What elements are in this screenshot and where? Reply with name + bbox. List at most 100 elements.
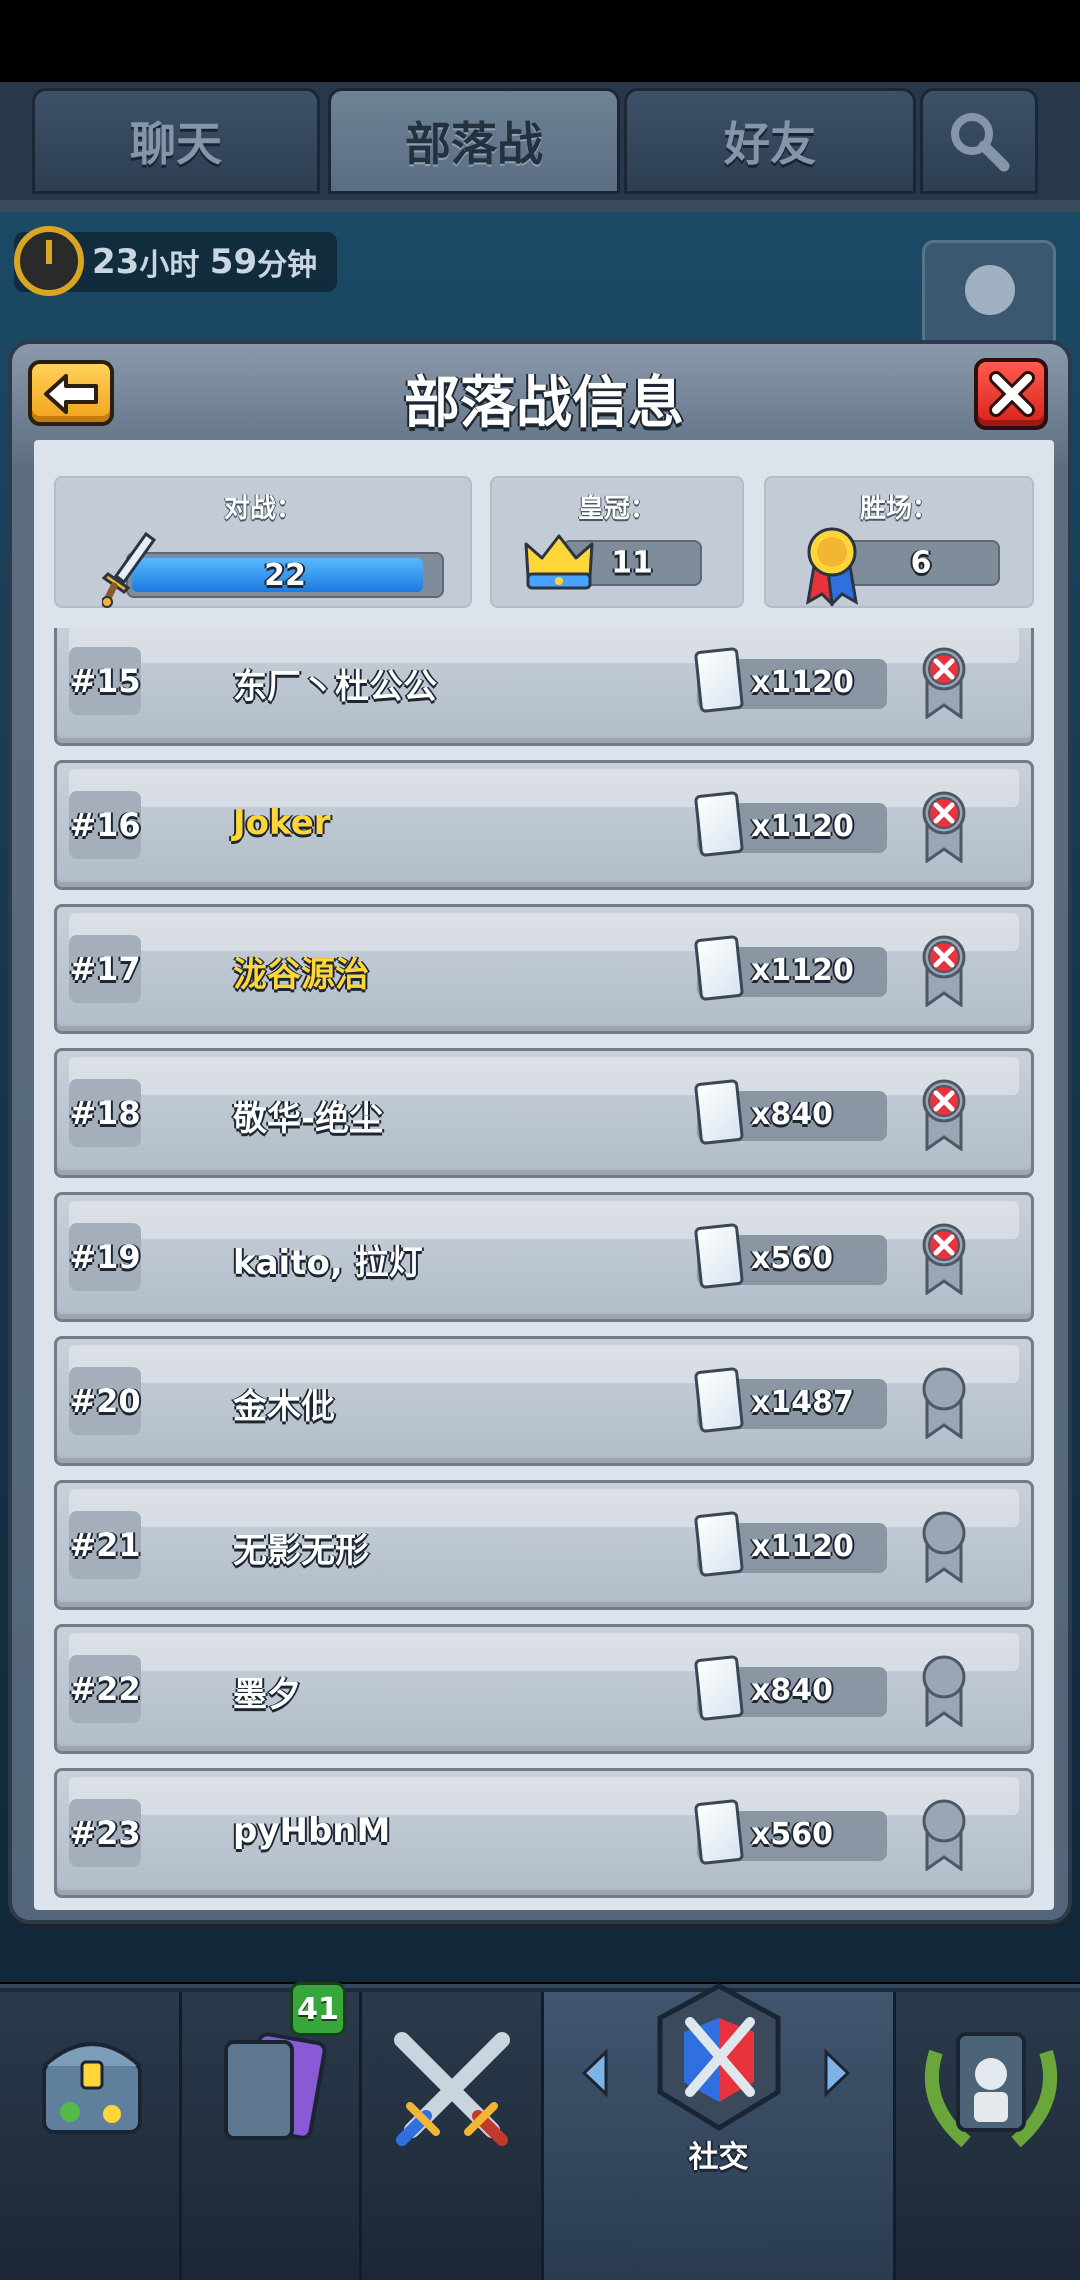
wins-stat: 胜场： 6: [764, 476, 1034, 608]
search-icon: [951, 113, 1010, 172]
member-rank: #19: [69, 1223, 141, 1291]
laurel-portrait-icon: [924, 2032, 1058, 2148]
battles-label: 对战：: [223, 494, 302, 524]
member-rank: #17: [69, 935, 141, 1003]
search-tab[interactable]: [920, 88, 1038, 194]
card-count: x840: [751, 1673, 833, 1708]
cards-collected: x560: [693, 1798, 887, 1866]
tab-clan-war-label: 部落战: [405, 117, 543, 171]
member-row[interactable]: #17 泷谷源治 x1120: [54, 904, 1034, 1034]
cards-collected: x1120: [693, 934, 887, 1002]
card-count: x1120: [751, 953, 854, 988]
crown-icon: [524, 534, 594, 590]
timer-minutes-unit: 分钟: [257, 248, 318, 283]
chevron-right-icon[interactable]: [822, 2048, 852, 2098]
card-icon: [693, 790, 745, 858]
chest-icon: [42, 2042, 142, 2134]
nav-shop[interactable]: [0, 1992, 182, 2280]
battles-progress-bar: 22: [126, 552, 444, 598]
clock-icon: [14, 226, 84, 296]
card-count: x1487: [751, 1385, 854, 1420]
member-rank: #18: [69, 1079, 141, 1147]
tab-chat-label: 聊天: [130, 117, 222, 171]
card-icon: [693, 646, 745, 714]
card-count: x560: [751, 1241, 833, 1276]
member-row[interactable]: #23 pyHbnM x560: [54, 1768, 1034, 1898]
tab-friends[interactable]: 好友: [624, 88, 916, 194]
battles-stat: 对战： 22: [54, 476, 472, 608]
battle-pending-ribbon-icon: [922, 1799, 966, 1871]
crowns-stat: 皇冠： 11: [490, 476, 744, 608]
member-list: #15 东厂丶杜公公 x1120 #16 Joker x1120 #17 泷谷源治 x1120 #…: [34, 628, 1054, 1910]
status-bar: [0, 0, 1080, 82]
cards-collected: x1120: [693, 1510, 887, 1578]
card-icon: [693, 1654, 745, 1722]
clan-war-info-modal: 部落战信息 对战： 22 皇冠： 11 胜场： 6 #15 东厂丶杜公公 x11…: [8, 340, 1072, 1924]
member-rank: #16: [69, 791, 141, 859]
member-name: 金木仳: [233, 1387, 335, 1427]
card-icon: [693, 934, 745, 1002]
sword-icon: [102, 531, 157, 608]
member-row[interactable]: #19 kaito, 拉灯 x560: [54, 1192, 1034, 1322]
close-button[interactable]: [974, 358, 1048, 430]
battle-lost-ribbon-icon: [922, 1223, 966, 1295]
member-row[interactable]: #20 金木仳 x1487: [54, 1336, 1034, 1466]
cards-collected: x1120: [693, 790, 887, 858]
tab-clan-war[interactable]: 部落战: [328, 88, 620, 194]
member-row[interactable]: #18 敬华-绝尘 x840: [54, 1048, 1034, 1178]
nav-social-label: 社交: [688, 2140, 749, 2175]
tab-friends-label: 好友: [724, 117, 816, 171]
member-name: 墨夕: [233, 1675, 301, 1715]
timer-hours: 23: [92, 242, 140, 282]
cards-collected: x840: [693, 1654, 887, 1722]
wins-value-box: 6: [842, 540, 1000, 586]
war-timer: 23 小时 59 分钟: [14, 226, 338, 296]
nav-social[interactable]: 社交: [544, 1983, 896, 2280]
battle-pending-ribbon-icon: [922, 1655, 966, 1727]
cards-collected: x1487: [693, 1366, 887, 1434]
card-icon: [693, 1222, 745, 1290]
wins-value: 6: [910, 545, 932, 581]
battle-lost-ribbon-icon: [922, 1079, 966, 1151]
cards-collected: x560: [693, 1222, 887, 1290]
member-name: 东厂丶杜公公: [233, 667, 437, 707]
member-row[interactable]: #16 Joker x1120: [54, 760, 1034, 890]
chevron-left-icon[interactable]: [580, 2048, 610, 2098]
member-rank: #20: [69, 1367, 141, 1435]
card-icon: [693, 1078, 745, 1146]
member-name: Joker: [233, 803, 331, 843]
member-rank: #21: [69, 1511, 141, 1579]
battle-lost-ribbon-icon: [922, 935, 966, 1007]
member-row[interactable]: #22 墨夕 x840: [54, 1624, 1034, 1754]
crossed-swords-icon: [394, 2032, 510, 2146]
card-count: x1120: [751, 809, 854, 844]
clan-avatar[interactable]: [922, 240, 1056, 350]
card-icon: [693, 1798, 745, 1866]
member-rank: #15: [69, 647, 141, 715]
battle-pending-ribbon-icon: [922, 1511, 966, 1583]
member-row[interactable]: #15 东厂丶杜公公 x1120: [54, 628, 1034, 746]
cards-collected: x1120: [693, 646, 887, 714]
cards-collected: x840: [693, 1078, 887, 1146]
card-icon: [693, 1366, 745, 1434]
modal-title: 部落战信息: [404, 371, 684, 436]
cards-count-badge: 41: [290, 1982, 346, 2036]
crowns-label: 皇冠：: [577, 494, 656, 524]
timer-hours-unit: 小时: [139, 248, 200, 283]
battle-lost-ribbon-icon: [922, 647, 966, 719]
member-rank: #23: [69, 1799, 141, 1867]
battle-pending-ribbon-icon: [922, 1367, 966, 1439]
member-name: pyHbnM: [233, 1811, 391, 1851]
card-icon: [693, 1510, 745, 1578]
member-name: 敬华-绝尘: [233, 1099, 384, 1139]
battle-lost-ribbon-icon: [922, 791, 966, 863]
member-name: 泷谷源治: [233, 955, 369, 995]
tab-chat[interactable]: 聊天: [32, 88, 320, 194]
member-name: kaito, 拉灯: [233, 1243, 423, 1283]
nav-events[interactable]: [896, 1992, 1080, 2280]
nav-battle[interactable]: [362, 1992, 544, 2280]
member-row[interactable]: #21 无影无形 x1120: [54, 1480, 1034, 1610]
timer-minutes: 59: [209, 242, 258, 282]
card-count: x1120: [751, 1529, 854, 1564]
member-rank: #22: [69, 1655, 141, 1723]
